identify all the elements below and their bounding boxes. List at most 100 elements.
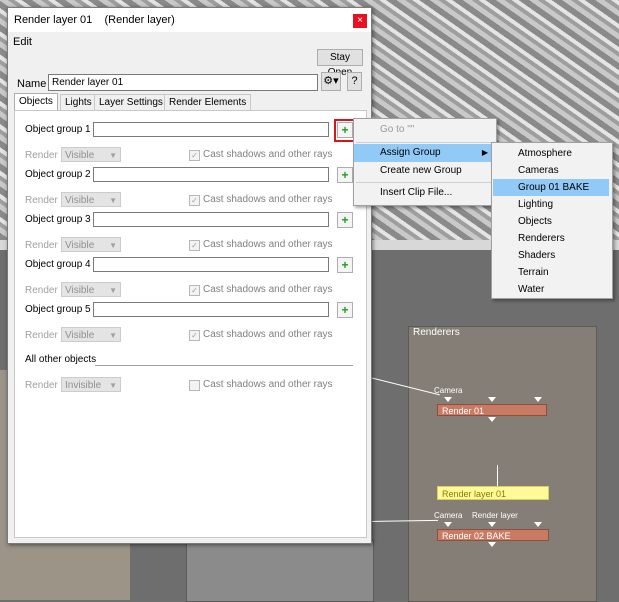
all-other-cast-checkbox[interactable] <box>189 380 200 391</box>
render-label: Render <box>25 150 58 161</box>
object-group-2-render-select[interactable]: Visible ▼ <box>61 192 121 207</box>
node2-port-render-layer: Render layer <box>472 511 518 520</box>
all-other-render-select[interactable]: Invisible ▼ <box>61 377 121 392</box>
close-icon: × <box>357 15 363 26</box>
object-group-2-label: Object group 2 <box>25 169 91 180</box>
cast-shadows-label: Cast shadows and other rays <box>203 239 333 250</box>
menu-separator <box>356 142 494 143</box>
render-01-node[interactable]: Render 01 <box>437 404 547 416</box>
object-group-4-label: Object group 4 <box>25 259 91 270</box>
options-button[interactable]: ⚙▾ <box>321 72 341 91</box>
render-02-bake-node[interactable]: Render 02 BAKE <box>437 529 549 541</box>
port-arrow <box>444 397 452 402</box>
submenu-item-lighting[interactable]: Lighting <box>493 196 609 213</box>
object-group-1-render-select[interactable]: Visible ▼ <box>61 147 121 162</box>
object-group-4-add-button[interactable]: + <box>337 257 353 273</box>
stay-open-button[interactable]: Stay Open <box>317 49 363 78</box>
object-group-5-label: Object group 5 <box>25 304 91 315</box>
submenu-item-shaders[interactable]: Shaders <box>493 247 609 264</box>
port-arrow <box>534 522 542 527</box>
add-group-icon: + <box>341 258 349 272</box>
submenu-item-objects[interactable]: Objects <box>493 213 609 230</box>
submenu-item-terrain[interactable]: Terrain <box>493 264 609 281</box>
name-input[interactable]: Render layer 01 <box>48 74 318 91</box>
render-layer-01-node[interactable]: Render layer 01 <box>437 486 549 500</box>
add-group-icon: + <box>341 303 349 317</box>
object-group-4-input[interactable] <box>93 257 329 272</box>
port-arrow <box>444 522 452 527</box>
help-button[interactable]: ? <box>347 72 362 91</box>
object-group-2-add-button[interactable]: + <box>337 167 353 183</box>
node1-port-camera: Camera <box>434 386 463 395</box>
chevron-down-icon: ▼ <box>109 151 117 160</box>
port-arrow <box>534 397 542 402</box>
title-bar[interactable]: Render layer 01 (Render layer) × <box>8 8 371 32</box>
objects-tab-panel: Object group 1 + Render Visible ▼ ✓ Cast … <box>14 110 367 538</box>
tab-lights[interactable]: Lights <box>60 94 97 110</box>
object-group-3-add-button[interactable]: + <box>337 212 353 228</box>
chevron-down-icon: ▼ <box>109 286 117 295</box>
renderers-group-title: Renderers <box>413 327 460 338</box>
render-label: Render <box>25 380 58 391</box>
object-group-4-render-select[interactable]: Visible ▼ <box>61 282 121 297</box>
cast-shadows-label: Cast shadows and other rays <box>203 379 333 390</box>
cast-shadows-label: Cast shadows and other rays <box>203 329 333 340</box>
tab-layer-settings[interactable]: Layer Settings <box>94 94 168 110</box>
object-group-2-cast-checkbox[interactable]: ✓ <box>189 195 200 206</box>
object-group-4-cast-checkbox[interactable]: ✓ <box>189 285 200 296</box>
dialog-title: Render layer 01 (Render layer) <box>14 14 175 26</box>
chevron-down-icon: ▼ <box>109 381 117 390</box>
submenu-item-group-01-bake[interactable]: Group 01 BAKE <box>493 179 609 196</box>
object-group-2-input[interactable] <box>93 167 329 182</box>
chevron-down-icon: ▼ <box>109 196 117 205</box>
gear-icon: ⚙▾ <box>323 75 339 87</box>
object-group-5-render-select[interactable]: Visible ▼ <box>61 327 121 342</box>
render-label: Render <box>25 195 58 206</box>
chevron-down-icon: ▼ <box>109 241 117 250</box>
port-arrow <box>488 397 496 402</box>
close-button[interactable]: × <box>353 14 367 28</box>
object-group-5-cast-checkbox[interactable]: ✓ <box>189 330 200 341</box>
menu-item-go-to[interactable]: Go to "" <box>354 121 496 139</box>
object-group-5-add-button[interactable]: + <box>337 302 353 318</box>
chevron-right-icon: ▶ <box>481 148 488 157</box>
submenu-item-atmosphere[interactable]: Atmosphere <box>493 145 609 162</box>
cast-shadows-label: Cast shadows and other rays <box>203 149 333 160</box>
help-icon: ? <box>351 75 358 87</box>
object-group-3-render-select[interactable]: Visible ▼ <box>61 237 121 252</box>
section-divider <box>95 365 353 366</box>
object-group-3-label: Object group 3 <box>25 214 91 225</box>
tab-objects[interactable]: Objects <box>14 93 58 111</box>
object-group-1-cast-checkbox[interactable]: ✓ <box>189 150 200 161</box>
cast-shadows-label: Cast shadows and other rays <box>203 284 333 295</box>
render-label: Render <box>25 285 58 296</box>
render-label: Render <box>25 330 58 341</box>
add-group-icon: + <box>341 123 349 137</box>
render-layer-dialog: Render layer 01 (Render layer) × Edit St… <box>7 7 372 544</box>
object-group-1-label: Object group 1 <box>25 124 91 135</box>
submenu-item-renderers[interactable]: Renderers <box>493 230 609 247</box>
menu-item-create-new-group[interactable]: Create new Group <box>354 162 496 180</box>
add-group-icon: + <box>341 213 349 227</box>
add-group-icon: + <box>341 168 349 182</box>
node2-port-camera: Camera <box>434 511 463 520</box>
menu-edit[interactable]: Edit <box>13 36 32 48</box>
object-group-1-input[interactable] <box>93 122 329 137</box>
mid-node-panel <box>186 540 374 602</box>
object-group-5-input[interactable] <box>93 302 329 317</box>
context-menu: Go to "" Assign Group ▶ Create new Group … <box>353 118 497 206</box>
assign-group-submenu: Atmosphere Cameras Group 01 BAKE Lightin… <box>491 142 613 299</box>
submenu-item-cameras[interactable]: Cameras <box>493 162 609 179</box>
object-group-3-cast-checkbox[interactable]: ✓ <box>189 240 200 251</box>
render-label: Render <box>25 240 58 251</box>
object-group-1-add-button[interactable]: + <box>337 122 353 138</box>
submenu-item-water[interactable]: Water <box>493 281 609 298</box>
chevron-down-icon: ▼ <box>109 331 117 340</box>
menu-item-assign-group[interactable]: Assign Group ▶ <box>354 144 496 162</box>
cast-shadows-label: Cast shadows and other rays <box>203 194 333 205</box>
object-group-3-input[interactable] <box>93 212 329 227</box>
tab-render-elements[interactable]: Render Elements <box>164 94 252 110</box>
all-other-objects-label: All other objects <box>25 354 97 365</box>
renderers-group-box[interactable] <box>408 326 597 602</box>
menu-item-insert-clip-file[interactable]: Insert Clip File... <box>354 184 496 202</box>
